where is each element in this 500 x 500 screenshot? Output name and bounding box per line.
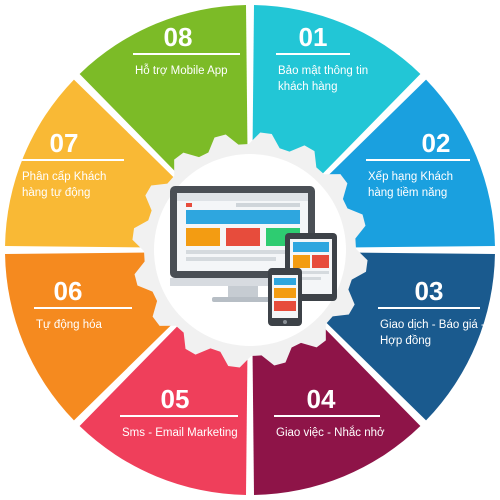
crm-features-wheel: 01 Bảo mật thông tin khách hàng 02 Xếp hạng …: [5, 5, 495, 495]
phone-icon: [268, 268, 302, 326]
segment-05-label: Sms - Email Marketing: [122, 427, 238, 439]
segment-02-label: Xếp hạng Khách: [368, 171, 453, 183]
segment-01-label: khách hàng: [278, 81, 337, 93]
segment-02-number: 02: [422, 128, 451, 158]
segment-04-label: Giao việc - Nhắc nhở: [276, 426, 385, 439]
segment-04-number: 04: [307, 384, 336, 414]
segment-03-number: 03: [415, 276, 444, 306]
segment-07-label: hàng tự động: [22, 187, 90, 199]
segment-06-label: Tự động hóa: [36, 319, 102, 331]
segment-03-label: Hợp đồng: [380, 335, 431, 347]
segment-08-number: 08: [164, 22, 193, 52]
segment-01-number: 01: [299, 22, 328, 52]
segment-06-number: 06: [54, 276, 83, 306]
segment-07-number: 07: [50, 128, 79, 158]
segment-03-label: Giao dịch - Báo giá -: [380, 319, 485, 331]
segment-02-label: hàng tiềm năng: [368, 187, 447, 199]
segment-05-number: 05: [161, 384, 190, 414]
segment-08-label: Hỗ trợ Mobile App: [135, 64, 228, 77]
segment-01-label: Bảo mật thông tin: [278, 65, 368, 77]
segment-07-label: Phân cấp Khách: [22, 171, 106, 183]
